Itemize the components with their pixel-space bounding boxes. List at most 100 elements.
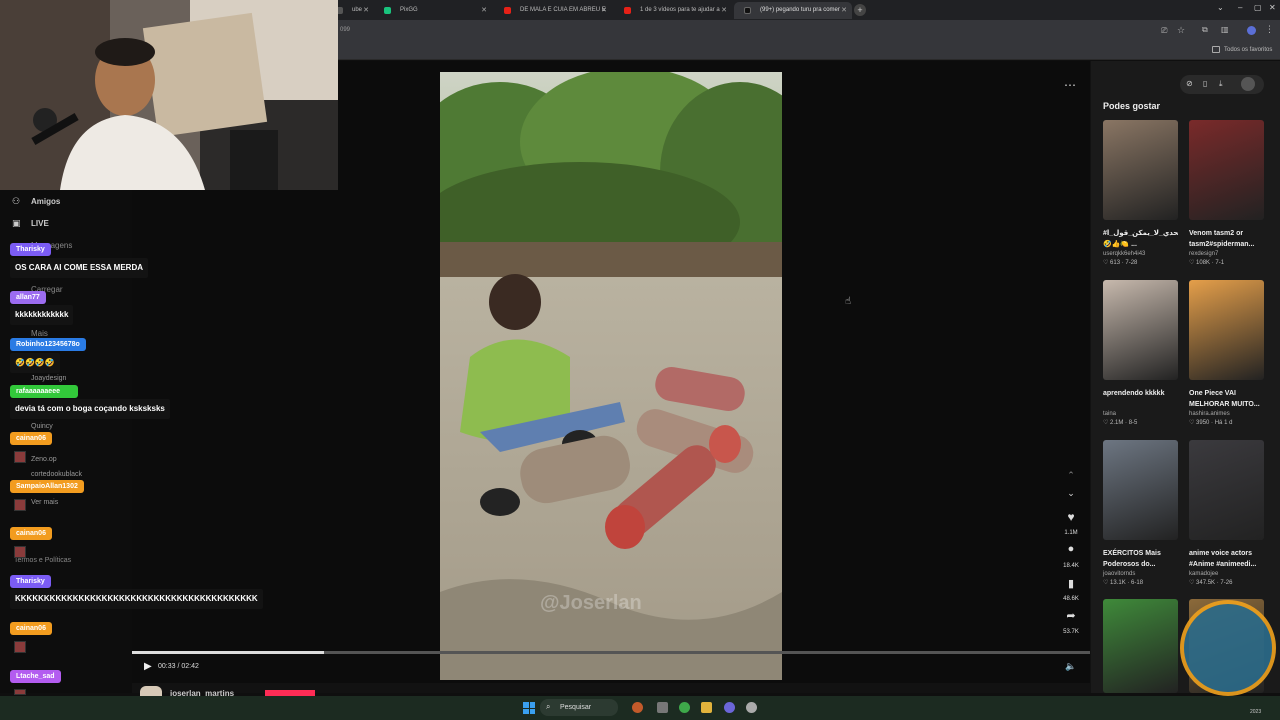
share-icon[interactable]: ➦ [1062,609,1080,622]
video-card[interactable]: anime voice actors #Anime #animeedi... ka… [1189,440,1264,586]
card-title: anime voice actors #Anime #animeedi... [1189,550,1257,568]
video-thumbnail[interactable] [1103,280,1178,380]
sidebar-icon[interactable]: ▥ [1221,25,1229,34]
cast-icon[interactable]: ⎚ [1161,26,1167,36]
video-thumbnail[interactable] [1103,440,1178,540]
close-icon[interactable]: ✕ [363,2,369,19]
settings-icon[interactable] [746,702,757,713]
video-watermark: @Joserlan [540,592,642,614]
tab-tiktok-active[interactable]: (99+) pegando turu pra comer ✕ [734,2,852,19]
footer-link[interactable]: Termos e Políticas [14,557,71,564]
chat-username: Robinho12345678o [10,338,86,351]
video-thumbnail[interactable] [1103,599,1178,693]
see-more-link[interactable]: Ver mais [31,499,58,506]
minimize-icon[interactable]: – [1238,3,1242,12]
download-icon[interactable]: ⤓ [1219,79,1223,89]
url-text[interactable]: 099 [340,27,350,33]
tab-favicon [384,7,391,14]
friends-icon: ⚇ [12,196,21,206]
profile-avatar[interactable] [1247,26,1256,35]
tab-label: ube [352,7,363,13]
account-item[interactable]: Zeno.op [31,456,57,463]
chat-username: SampaioAllan1302 [10,480,84,493]
windows-start-icon[interactable] [523,702,535,714]
card-author: hashira.animes [1189,411,1230,417]
next-video-icon[interactable]: ⌄ [1062,488,1080,499]
author-avatar[interactable] [140,686,162,696]
video-card[interactable]: aprendendo kkkkk taina ♡ 2.1M · 8-5 [1103,280,1178,426]
account-item[interactable]: Joaydesign [31,375,66,382]
card-title: One Piece VAI MELHORAR MUITO... [1189,390,1260,408]
chat-message: OS CARA AI COME ESSA MERDA [10,258,149,278]
chat-username: cainan06 [10,432,52,445]
close-icon[interactable]: ✕ [841,2,847,19]
chrome-icon[interactable] [679,702,690,713]
menu-icon[interactable]: ⋮ [1265,24,1274,35]
tab-de-mala[interactable]: DE MALA E CUIA EM ABREU E ✕ [494,2,612,19]
nav-item-mais[interactable]: Mais [31,329,48,338]
video-card[interactable]: One Piece VAI MELHORAR MUITO... hashira.a… [1189,280,1264,426]
tab-pixgg[interactable]: PixGG ✕ [374,2,492,19]
nav-item-live[interactable]: LIVE [31,219,49,228]
dropdown-icon[interactable]: ⌄ [1217,3,1224,12]
chat-username: cainan06 [10,622,52,635]
tiktok-icon [744,7,751,14]
all-bookmarks-link[interactable]: Todos os favoritos [1224,47,1272,53]
share-count: 53.7K [1063,629,1079,635]
emote [14,641,26,653]
bookmark-icon[interactable]: ▮ [1062,577,1080,590]
compass-icon[interactable]: ⊘ [1186,79,1193,88]
chat-username: allan77 [10,291,46,304]
maximize-icon[interactable]: ▢ [1254,3,1262,12]
account-item[interactable]: Quincy [31,423,53,430]
phone-icon[interactable]: ▯ [1203,79,1207,88]
video-card[interactable]: EXÉRCITOS Mais Poderosos do... joaovitorn… [1103,440,1178,586]
comment-icon[interactable]: ● [1062,543,1080,555]
chat-username: Tharisky [10,243,51,256]
task-view-icon[interactable] [657,702,668,713]
close-icon[interactable]: ✕ [601,2,607,19]
video-thumbnail[interactable] [1189,440,1264,540]
video-thumbnail[interactable] [1189,120,1264,220]
bookmark-count: 48.6K [1063,596,1079,602]
more-options-icon[interactable]: ⋯ [1064,78,1076,92]
emote [14,451,26,463]
card-author: taina [1103,411,1117,417]
tab-favicon [504,7,511,14]
clock: 2023 [1250,709,1262,715]
card-stats: ♡ 2.1M · 8-5 [1103,420,1138,426]
discord-icon[interactable] [724,702,735,713]
close-icon[interactable]: ✕ [481,2,487,19]
folder-icon[interactable] [701,702,712,713]
video-frame[interactable]: @Joserlan [440,72,782,680]
nav-item-amigos[interactable]: Amigos [31,197,60,206]
extensions-icon[interactable]: ⧉ [1202,25,1208,35]
video-card[interactable]: Venom tasm2 or tasm2#spiderman... rexdesi… [1189,120,1264,266]
card-stats: ♡ 347.5K · 7-26 [1189,580,1233,586]
account-item[interactable]: cortedookublack [31,471,82,478]
video-card[interactable]: #تحدي_لا_يمكن_قول_ا 🤣👍🍋 ... userqkk6eh4i4… [1103,120,1178,266]
tab-videos[interactable]: 1 de 3 vídeos para te ajudar a ✕ [614,2,732,19]
close-icon[interactable]: ✕ [721,2,727,19]
card-author: rexdesign7 [1189,251,1219,257]
volume-icon[interactable]: 🔈 [1065,661,1076,672]
video-thumbnail[interactable] [1189,280,1264,380]
chat-message: KKKKKKKKKKKKKKKKKKKKKKKKKKKKKKKKKKKKKKKK… [10,589,263,609]
tab-label: (99+) pegando turu pra comer [760,7,840,13]
taskbar-search[interactable]: Pesquisar [540,699,618,716]
close-window-icon[interactable]: ✕ [1269,3,1276,12]
video-card[interactable] [1103,599,1178,693]
new-tab-button[interactable]: + [854,4,866,16]
tab-label: DE MALA E CUIA EM ABREU E [520,7,606,13]
video-thumbnail[interactable] [1103,120,1178,220]
avatar[interactable] [1241,77,1255,91]
comment-count: 18.4K [1063,563,1079,569]
heart-icon[interactable]: ♥ [1062,510,1080,524]
app-icon[interactable] [632,702,643,713]
emote [14,546,26,558]
card-title: aprendendo kkkkk [1103,390,1165,397]
star-icon[interactable]: ☆ [1177,25,1185,36]
play-icon[interactable]: ▶ [144,661,152,672]
previous-video-icon[interactable]: ⌃ [1062,470,1080,481]
search-label: Pesquisar [560,704,592,711]
